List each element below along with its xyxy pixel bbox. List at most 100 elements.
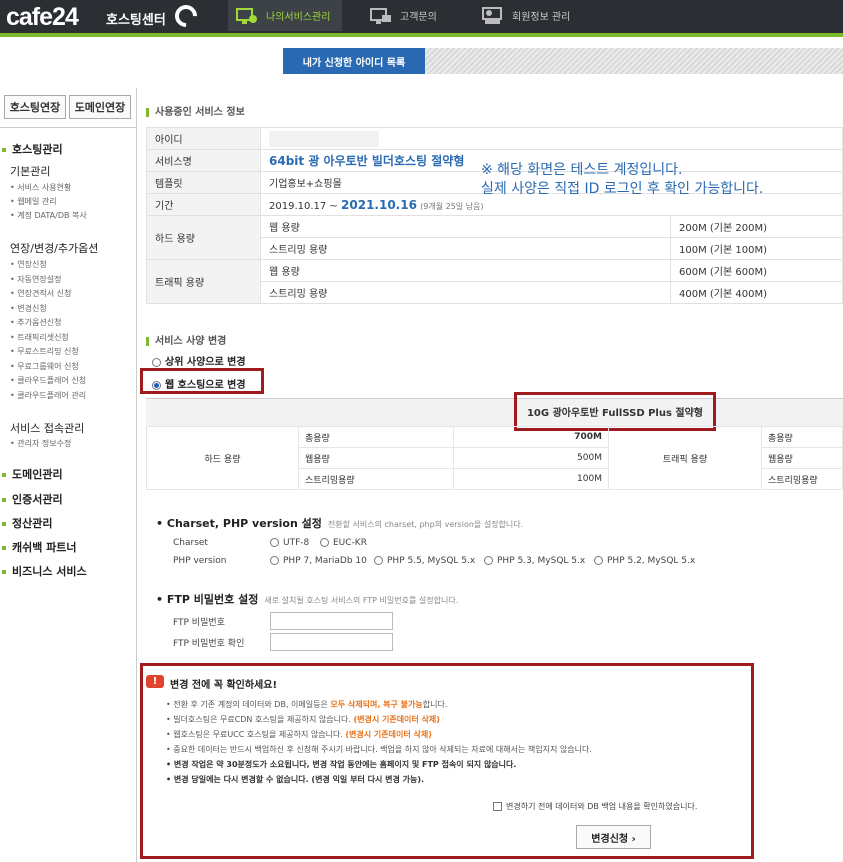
sidebar-section-cashback[interactable]: 캐쉬백 파트너	[2, 539, 77, 555]
nav-member-info[interactable]: 회원정보 관리	[482, 0, 592, 31]
apply-change-button[interactable]: 변경신청 ›	[576, 825, 651, 849]
service-info-title: 사용중인 서비스 정보	[146, 103, 245, 118]
php-option-7[interactable]: PHP 7, MariaDb 10	[270, 556, 367, 566]
sidebar-item-extend[interactable]: 연장신청	[10, 259, 46, 270]
radio-php7[interactable]	[270, 556, 279, 565]
radio-utf8[interactable]	[270, 538, 279, 547]
backup-confirm-checkbox[interactable]	[493, 802, 502, 811]
period-start: 2019.10.17 ~	[269, 200, 338, 212]
nav-my-service[interactable]: 나의서비스관리	[228, 0, 342, 31]
accent-stripe	[0, 33, 843, 37]
nav-customer-inquiry[interactable]: 고객문의	[370, 0, 470, 31]
radio-php53[interactable]	[484, 556, 493, 565]
warning-line-5: 변경 작업은 약 30분정도가 소요됩니다, 변경 작업 동안에는 홈페이지 및…	[166, 759, 517, 770]
sidebar-item-webmail[interactable]: 웹메일 관리	[10, 196, 56, 207]
charset-php-title-text: Charset, PHP version 설정	[166, 517, 322, 530]
monitor-chat-icon	[370, 7, 391, 24]
sidebar-item-groupware[interactable]: 무료그룹웨어 신청	[10, 361, 78, 372]
php-option-52[interactable]: PHP 5.2, MySQL 5.x	[594, 556, 695, 566]
sidebar-item-addon[interactable]: 추가옵션신청	[10, 317, 61, 328]
domain-renew-button[interactable]: 도메인연장	[69, 95, 131, 119]
warning-title: 변경 전에 꼭 확인하세요!	[170, 680, 278, 691]
sidebar-group-basic: 기본관리	[10, 165, 51, 178]
spec-table: 하드 용량 총용량 700M 트래픽 용량 총용량 웹용량 500M 웹용량 스…	[146, 426, 843, 490]
hosting-center-title[interactable]: 호스팅센터	[106, 9, 166, 28]
sidebar-item-auto-extend[interactable]: 자동연장설정	[10, 274, 61, 285]
sidebar-item-streaming[interactable]: 무료스트리밍 신청	[10, 346, 78, 357]
sidebar-section-hosting[interactable]: 호스팅관리	[2, 141, 63, 157]
php7-label: PHP 7, MariaDb 10	[283, 556, 367, 566]
backup-confirm[interactable]: 변경하기 전에 데이터와 DB 백업 내용을 확인하였습니다.	[493, 801, 697, 812]
tab-my-id-list[interactable]: 내가 신청한 아이디 목록	[283, 48, 425, 74]
option-upper-spec-label: 상위 사양으로 변경	[165, 357, 246, 368]
radio-euckr[interactable]	[320, 538, 329, 547]
warning-line-1-end: 합니다.	[422, 700, 448, 709]
warning-line-6: 변경 당일에는 다시 변경할 수 없습니다. (변경 익일 부터 다시 변경 가…	[166, 774, 424, 785]
ftp-password-label: FTP 비밀번호	[173, 618, 225, 628]
warning-line-1-text: 전환 후 기존 계정의 데이터와 DB, 이메일등은	[173, 700, 331, 709]
option-upper-spec[interactable]: 상위 사양으로 변경	[152, 353, 246, 368]
warning-line-1: 전환 후 기존 계정의 데이터와 DB, 이메일등은 모두 삭제되며, 복구 불…	[166, 699, 447, 710]
php-option-55[interactable]: PHP 5.5, MySQL 5.x	[374, 556, 475, 566]
stream-traffic-value: 400M (기본 400M)	[670, 281, 843, 304]
sidebar-item-cloudflare-manage[interactable]: 클라우드플레어 관리	[10, 390, 86, 401]
sidebar: 호스팅연장 도메인연장 호스팅관리 기본관리 서비스 사용현황 웹메일 관리 계…	[0, 88, 137, 862]
nav-member-info-label: 회원정보 관리	[512, 12, 571, 23]
spec-disk-label: 하드 용량	[146, 426, 299, 490]
sidebar-section-certificate[interactable]: 인증서관리	[2, 491, 63, 507]
warning-line-3-text: 웹호스팅은 무료UCC 호스팅을 제공하지 않습니다.	[173, 730, 346, 739]
spec-row-value: 100M	[453, 468, 609, 490]
warning-line-2-text: 빌더호스팅은 무료CDN 호스팅을 제공하지 않습니다.	[173, 715, 354, 724]
ftp-title-text: FTP 비밀번호 설정	[166, 593, 259, 606]
sidebar-section-business[interactable]: 비즈니스 서비스	[2, 563, 87, 579]
traffic-label: 트래픽 용량	[146, 259, 261, 304]
sidebar-item-estimate[interactable]: 연장견적서 신청	[10, 288, 71, 299]
spec-row-traffic-label: 웹용량	[761, 447, 843, 469]
table-row: 아이디	[146, 127, 843, 150]
php-option-53[interactable]: PHP 5.3, MySQL 5.x	[484, 556, 585, 566]
sidebar-item-admin-info[interactable]: 관리자 정보수정	[10, 438, 71, 449]
sidebar-group-extend: 연장/변경/추가옵션	[10, 242, 99, 255]
service-info-table: 아이디 서비스명 64bit 광 아우토반 빌더호스팅 절약형 템플릿 기업홍보…	[146, 127, 843, 304]
ftp-title: • FTP 비밀번호 설정 새로 설치될 호스팅 서비스의 FTP 비밀번호를 설…	[156, 593, 459, 606]
ftp-password-input[interactable]	[270, 612, 393, 630]
web-disk-value: 200M (기본 200M)	[670, 215, 843, 238]
web-traffic-value: 600M (기본 600M)	[670, 259, 843, 282]
php52-label: PHP 5.2, MySQL 5.x	[607, 556, 696, 566]
service-name-label: 서비스명	[146, 149, 261, 172]
table-row: 트래픽 용량 웹 용량 600M (기본 600M)	[146, 259, 843, 304]
sidebar-section-domain[interactable]: 도메인관리	[2, 466, 63, 482]
radio-upper-spec[interactable]	[152, 357, 161, 367]
charset-php-title: • Charset, PHP version 설정 전환할 서비스의 charse…	[156, 517, 524, 530]
test-account-notice: ※ 해당 화면은 테스트 계정입니다. 실제 사양은 직접 ID 로그인 후 확…	[481, 161, 763, 199]
spec-row-label: 웹용량	[298, 447, 454, 469]
template-label: 템플릿	[146, 171, 261, 194]
charset-option-utf8[interactable]: UTF-8	[270, 538, 309, 548]
sidebar-divider	[0, 127, 136, 128]
exclamation-icon: !	[146, 675, 164, 688]
charset-php-desc: 전환할 서비스의 charset, php의 version을 설정합니다.	[327, 520, 524, 529]
sidebar-section-billing[interactable]: 정산관리	[2, 515, 52, 531]
ftp-password-confirm-label: FTP 비밀번호 확인	[173, 639, 245, 649]
logo-swirl-icon	[170, 0, 202, 32]
cafe24-logo[interactable]: cafe24	[6, 3, 79, 32]
sidebar-item-change[interactable]: 변경신청	[10, 303, 46, 314]
warning-line-2: 빌더호스팅은 무료CDN 호스팅을 제공하지 않습니다. (변경시 기존데이터 …	[166, 714, 440, 725]
sidebar-item-traffic-reset[interactable]: 트래픽리셋신청	[10, 332, 69, 343]
monitor-gear-icon	[236, 7, 257, 24]
ftp-password-confirm-input[interactable]	[270, 633, 393, 651]
radio-php52[interactable]	[594, 556, 603, 565]
radio-php55[interactable]	[374, 556, 383, 565]
sidebar-item-cloudflare-apply[interactable]: 클라우드플레어 신청	[10, 375, 86, 386]
sidebar-item-service-usage[interactable]: 서비스 사용현황	[10, 182, 71, 193]
spec-change-title: 서비스 사양 변경	[146, 332, 226, 347]
nav-customer-inquiry-label: 고객문의	[400, 12, 437, 23]
spec-row-value: 700M	[453, 426, 609, 448]
warning-line-1-emphasis: 모두 삭제되며, 복구 불가능	[330, 700, 423, 709]
sidebar-item-data-copy[interactable]: 계정 DATA/DB 복사	[10, 210, 86, 221]
warning-line-2-emphasis: (변경시 기존데이터 삭제)	[353, 715, 440, 724]
warning-line-3: 웹호스팅은 무료UCC 호스팅을 제공하지 않습니다. (변경시 기존데이터 삭…	[166, 729, 432, 740]
notice-line-1: ※ 해당 화면은 테스트 계정입니다.	[481, 162, 683, 178]
charset-option-euckr[interactable]: EUC-KR	[320, 538, 367, 548]
hosting-renew-button[interactable]: 호스팅연장	[4, 95, 66, 119]
